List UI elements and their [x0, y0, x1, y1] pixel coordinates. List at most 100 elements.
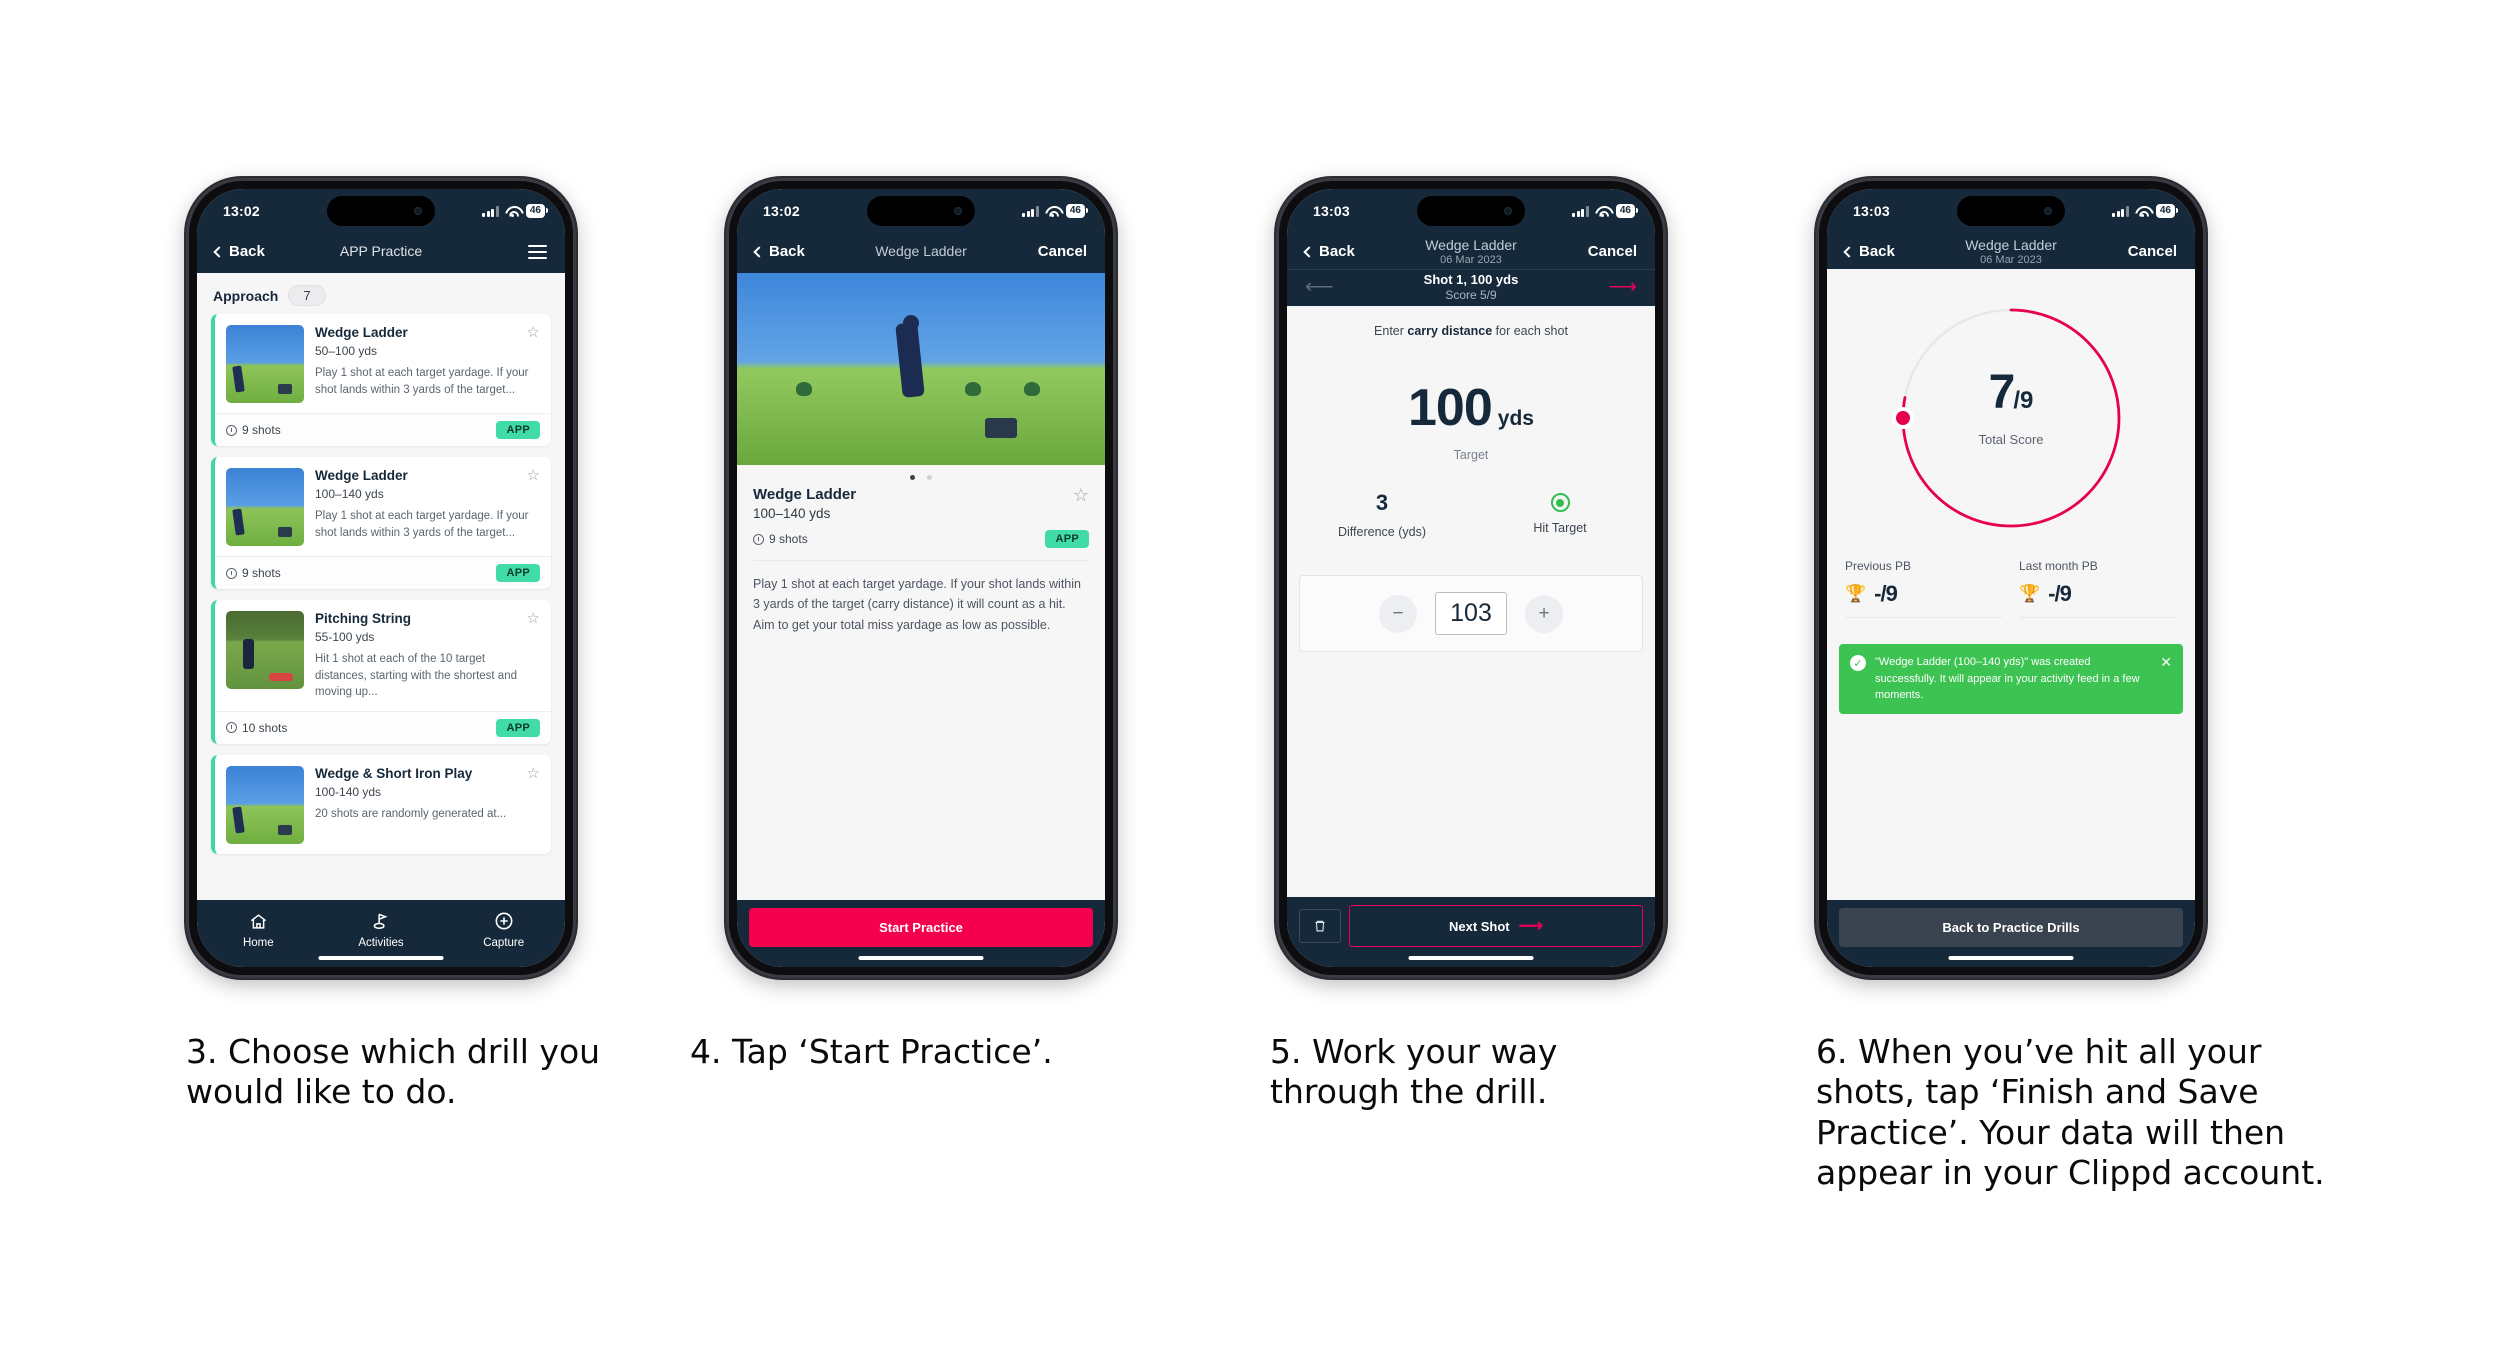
phone-4-screen: 13:03 46 Back Wedge Ladder 06 Mar 2023 C… [1827, 189, 2195, 967]
drill-card[interactable]: Wedge Ladder 100–140 yds ☆ Play 1 shot a… [211, 457, 551, 589]
cancel-button[interactable]: Cancel [2128, 243, 2177, 260]
prompt-post: for each shot [1492, 324, 1568, 338]
start-practice-button[interactable]: Start Practice [749, 908, 1093, 947]
back-button[interactable]: Back [213, 243, 265, 260]
back-label: Back [1859, 243, 1895, 260]
favorite-star-icon[interactable]: ☆ [527, 468, 540, 483]
nav-title-wrap: Wedge Ladder [875, 243, 967, 261]
wifi-icon [2135, 206, 2150, 217]
caption-step-6: 6. When you’ve hit all your shots, tap ‘… [1816, 1032, 2325, 1192]
drill-description: Play 1 shot at each target yardage. If y… [315, 509, 529, 539]
page-subtitle: 06 Mar 2023 [1440, 254, 1502, 266]
drill-card[interactable]: Wedge Ladder 50–100 yds ☆ Play 1 shot at… [211, 314, 551, 446]
drill-thumbnail [226, 325, 304, 403]
page-title: APP Practice [339, 242, 423, 259]
trophy-icon: 🏆 [2019, 584, 2041, 603]
back-button[interactable]: Back [753, 243, 805, 260]
drill-list-body[interactable]: Approach 7 Wedge Ladder 50–100 yds ☆ Pla… [197, 273, 565, 900]
trophy-icon: 🏆 [1845, 584, 1867, 603]
drill-range: 100–140 yds [315, 486, 384, 501]
carry-distance-input[interactable]: 103 [1435, 592, 1507, 635]
nav-title-wrap: Wedge Ladder 06 Mar 2023 [1425, 237, 1517, 266]
page-title: Wedge Ladder [875, 242, 967, 259]
nav-bar: Back Wedge Ladder 06 Mar 2023 Cancel [1827, 233, 2195, 269]
footer-actions: Start Practice [737, 900, 1105, 967]
drill-shots: 9 shots [226, 566, 281, 580]
drill-title-row: Pitching String 55-100 yds ☆ [315, 611, 540, 644]
carry-distance-stepper[interactable]: − 103 + [1299, 575, 1643, 652]
wifi-icon [505, 206, 520, 217]
drill-card[interactable]: Wedge & Short Iron Play 100-140 yds ☆ 20… [211, 754, 551, 854]
drill-card-top: Wedge & Short Iron Play 100-140 yds ☆ 20… [215, 755, 551, 854]
chevron-left-icon [753, 245, 765, 258]
tab-activities-label: Activities [358, 937, 404, 949]
back-button[interactable]: Back [1303, 243, 1355, 260]
toast-message: "Wedge Ladder (100–140 yds)" was created… [1875, 656, 2140, 701]
cellular-signal-icon [1022, 205, 1039, 217]
detail-shots: 9 shots [753, 532, 808, 546]
plus-circle-icon [442, 910, 565, 932]
shot-info: Shot 1, 100 yds Score 5/9 [1424, 272, 1519, 302]
drill-card[interactable]: Pitching String 55-100 yds ☆ Hit 1 shot … [211, 600, 551, 744]
drill-detail: Wedge Ladder 100–140 yds ☆ 9 shots APP P [737, 484, 1105, 635]
drill-detail-body: Wedge Ladder 100–140 yds ☆ 9 shots APP P [737, 273, 1105, 900]
phone-1-screen: 13:02 46 Back APP Practice Approach 7 We… [197, 189, 565, 967]
detail-shots-label: 9 shots [769, 532, 808, 546]
status-bar: 13:03 46 [1827, 189, 2195, 233]
entry-prompt: Enter carry distance for each shot [1287, 306, 1655, 338]
favorite-star-icon[interactable]: ☆ [1073, 486, 1089, 504]
drill-title: Wedge & Short Iron Play [315, 765, 473, 781]
personal-bests: Previous PB 🏆 -/9 Last month PB 🏆 -/9 [1827, 537, 2195, 618]
increment-button[interactable]: + [1525, 594, 1563, 633]
cancel-button[interactable]: Cancel [1038, 243, 1087, 260]
battery-level: 46 [525, 204, 549, 218]
shot-title: Shot 1, 100 yds [1423, 272, 1519, 287]
carousel-dots[interactable] [737, 465, 1105, 484]
hit-target-metric: Hit Target [1471, 490, 1649, 539]
carousel-dot-active[interactable] [910, 475, 915, 480]
favorite-star-icon[interactable]: ☆ [527, 611, 540, 626]
drill-title-row: Wedge & Short Iron Play 100-140 yds ☆ [315, 766, 540, 799]
arrow-left-icon[interactable]: ⟵ [1305, 277, 1334, 297]
last-month-pb: Last month PB 🏆 -/9 [2019, 559, 2177, 618]
drill-shots: 9 shots [226, 423, 281, 437]
shot-entry-body: Enter carry distance for each shot 100 yd… [1287, 306, 1655, 897]
home-indicator [318, 955, 444, 960]
tab-activities[interactable]: Activities [320, 910, 443, 949]
next-shot-button[interactable]: Next Shot ⟶ [1349, 905, 1643, 947]
drill-shots-label: 9 shots [242, 566, 281, 580]
target-value: 100 [1408, 379, 1493, 437]
score-slash: / [2013, 387, 2020, 414]
detail-title: Wedge Ladder [753, 486, 857, 503]
cancel-button[interactable]: Cancel [1588, 243, 1637, 260]
divider [753, 560, 1089, 561]
tab-bar: Home Activities Capture [197, 900, 565, 967]
difference-value: 3 [1375, 490, 1389, 515]
drill-title-row: Wedge Ladder 100–140 yds ☆ [315, 468, 540, 501]
close-icon[interactable]: ✕ [2160, 654, 2172, 704]
hamburger-icon[interactable] [528, 244, 547, 259]
favorite-star-icon[interactable]: ☆ [527, 325, 540, 340]
shot-navigation-bar: ⟵ Shot 1, 100 yds Score 5/9 ⟶ [1287, 269, 1655, 306]
carousel-dot[interactable] [927, 475, 932, 480]
tab-capture[interactable]: Capture [442, 910, 565, 949]
drill-card-top: Pitching String 55-100 yds ☆ Hit 1 shot … [215, 600, 551, 711]
arrow-right-icon[interactable]: ⟶ [1608, 277, 1637, 297]
favorite-star-icon[interactable]: ☆ [527, 766, 540, 781]
cellular-signal-icon [482, 205, 499, 217]
drill-range: 100-140 yds [315, 784, 382, 799]
battery-level: 46 [1065, 204, 1089, 218]
decrement-button[interactable]: − [1379, 594, 1417, 633]
drill-title-row: Wedge Ladder 50–100 yds ☆ [315, 325, 540, 358]
status-indicators: 46 [2112, 204, 2179, 218]
back-button[interactable]: Back [1843, 243, 1895, 260]
phone-3-screen: 13:03 46 Back Wedge Ladder 06 Mar 2023 C… [1287, 189, 1655, 967]
back-to-practice-drills-button[interactable]: Back to Practice Drills [1839, 908, 2183, 947]
detail-description: Play 1 shot at each target yardage. If y… [753, 577, 1081, 632]
tutorial-screens-figure: 13:02 46 Back APP Practice Approach 7 We… [0, 0, 2503, 1347]
trash-icon[interactable] [1299, 909, 1341, 943]
nav-bar: Back Wedge Ladder Cancel [737, 233, 1105, 273]
tab-home[interactable]: Home [197, 910, 320, 949]
drill-card-footer: 9 shots APP [215, 413, 551, 446]
detail-range: 100–140 yds [753, 506, 831, 521]
